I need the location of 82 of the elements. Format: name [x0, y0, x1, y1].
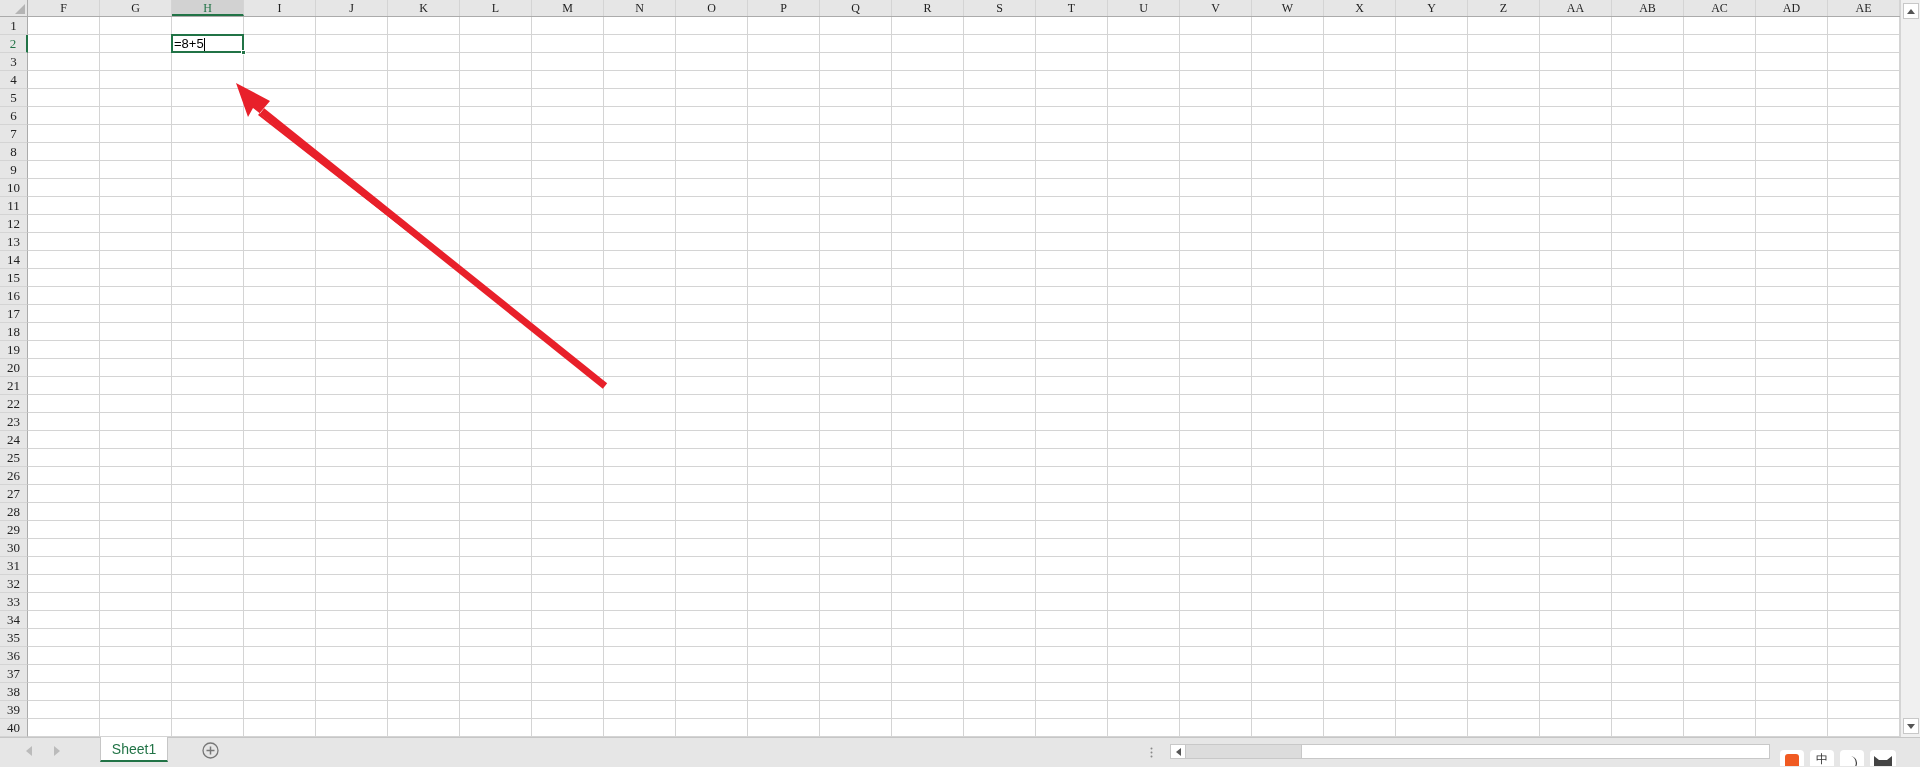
column-header[interactable]: F — [28, 0, 100, 16]
ime-mode-button[interactable]: 中 — [1810, 750, 1834, 766]
scroll-left-button[interactable] — [1171, 745, 1186, 758]
row-header[interactable]: 3 — [0, 53, 28, 71]
down-triangle-icon — [1906, 723, 1915, 729]
column-header[interactable]: AD — [1756, 0, 1828, 16]
row-header[interactable]: 35 — [0, 629, 28, 647]
row-header[interactable]: 2 — [0, 35, 28, 53]
row-header[interactable]: 8 — [0, 143, 28, 161]
row-header[interactable]: 27 — [0, 485, 28, 503]
cell-grid[interactable] — [28, 17, 1900, 737]
row-header[interactable]: 14 — [0, 251, 28, 269]
row-header[interactable]: 40 — [0, 719, 28, 737]
column-header[interactable]: AC — [1684, 0, 1756, 16]
row-header[interactable]: 10 — [0, 179, 28, 197]
moon-icon[interactable] — [1840, 750, 1864, 766]
row-header[interactable]: 17 — [0, 305, 28, 323]
row-header[interactable]: 13 — [0, 233, 28, 251]
row-header[interactable]: 24 — [0, 431, 28, 449]
sheet-tab[interactable]: Sheet1 — [100, 737, 168, 762]
column-header[interactable]: S — [964, 0, 1036, 16]
row-header[interactable]: 11 — [0, 197, 28, 215]
row-header[interactable]: 25 — [0, 449, 28, 467]
row-header[interactable]: 5 — [0, 89, 28, 107]
row-header[interactable]: 7 — [0, 125, 28, 143]
column-header[interactable]: W — [1252, 0, 1324, 16]
row-header[interactable]: 4 — [0, 71, 28, 89]
row-header[interactable]: 29 — [0, 521, 28, 539]
column-header[interactable]: H — [172, 0, 244, 16]
column-header[interactable]: R — [892, 0, 964, 16]
up-triangle-icon — [1906, 8, 1915, 14]
row-header[interactable]: 22 — [0, 395, 28, 413]
row-header[interactable]: 30 — [0, 539, 28, 557]
column-header[interactable]: AA — [1540, 0, 1612, 16]
column-header[interactable]: AB — [1612, 0, 1684, 16]
row-header[interactable]: 21 — [0, 377, 28, 395]
row-header[interactable]: 19 — [0, 341, 28, 359]
column-header[interactable]: Y — [1396, 0, 1468, 16]
row-header[interactable]: 20 — [0, 359, 28, 377]
row-header[interactable]: 34 — [0, 611, 28, 629]
row-header[interactable]: 26 — [0, 467, 28, 485]
column-header[interactable]: Z — [1468, 0, 1540, 16]
column-header[interactable]: Q — [820, 0, 892, 16]
row-header[interactable]: 16 — [0, 287, 28, 305]
column-header[interactable]: J — [316, 0, 388, 16]
scrollbar-thumb[interactable] — [1301, 745, 1769, 758]
active-cell[interactable]: =8+5 — [171, 34, 244, 53]
row-header[interactable]: 15 — [0, 269, 28, 287]
column-header[interactable]: O — [676, 0, 748, 16]
horizontal-scrollbar[interactable] — [1170, 744, 1770, 759]
left-triangle-icon — [1175, 747, 1181, 756]
row-header[interactable]: 6 — [0, 107, 28, 125]
row-header[interactable]: 12 — [0, 215, 28, 233]
row-header[interactable]: 18 — [0, 323, 28, 341]
row-header[interactable]: 39 — [0, 701, 28, 719]
row-header[interactable]: 36 — [0, 647, 28, 665]
scroll-up-button[interactable] — [1902, 3, 1919, 19]
column-header[interactable]: N — [604, 0, 676, 16]
splitter-icon[interactable] — [1150, 747, 1153, 758]
select-all-icon[interactable] — [15, 4, 25, 14]
cat-icon[interactable] — [1870, 750, 1896, 766]
ime-logo-icon[interactable] — [1780, 750, 1804, 766]
column-header[interactable]: V — [1180, 0, 1252, 16]
column-header[interactable]: T — [1036, 0, 1108, 16]
row-header[interactable]: 38 — [0, 683, 28, 701]
column-header[interactable]: M — [532, 0, 604, 16]
row-header[interactable]: 37 — [0, 665, 28, 683]
column-header[interactable]: X — [1324, 0, 1396, 16]
column-header[interactable]: L — [460, 0, 532, 16]
row-header[interactable]: 31 — [0, 557, 28, 575]
column-header[interactable]: P — [748, 0, 820, 16]
row-header[interactable]: 1 — [0, 17, 28, 35]
scroll-down-button[interactable] — [1902, 718, 1919, 734]
row-header[interactable]: 32 — [0, 575, 28, 593]
add-sheet-icon[interactable] — [202, 742, 219, 759]
row-header[interactable]: 23 — [0, 413, 28, 431]
row-header[interactable]: 9 — [0, 161, 28, 179]
column-header[interactable]: K — [388, 0, 460, 16]
row-header[interactable]: 28 — [0, 503, 28, 521]
column-header[interactable]: U — [1108, 0, 1180, 16]
column-header[interactable]: I — [244, 0, 316, 16]
row-header[interactable]: 33 — [0, 593, 28, 611]
